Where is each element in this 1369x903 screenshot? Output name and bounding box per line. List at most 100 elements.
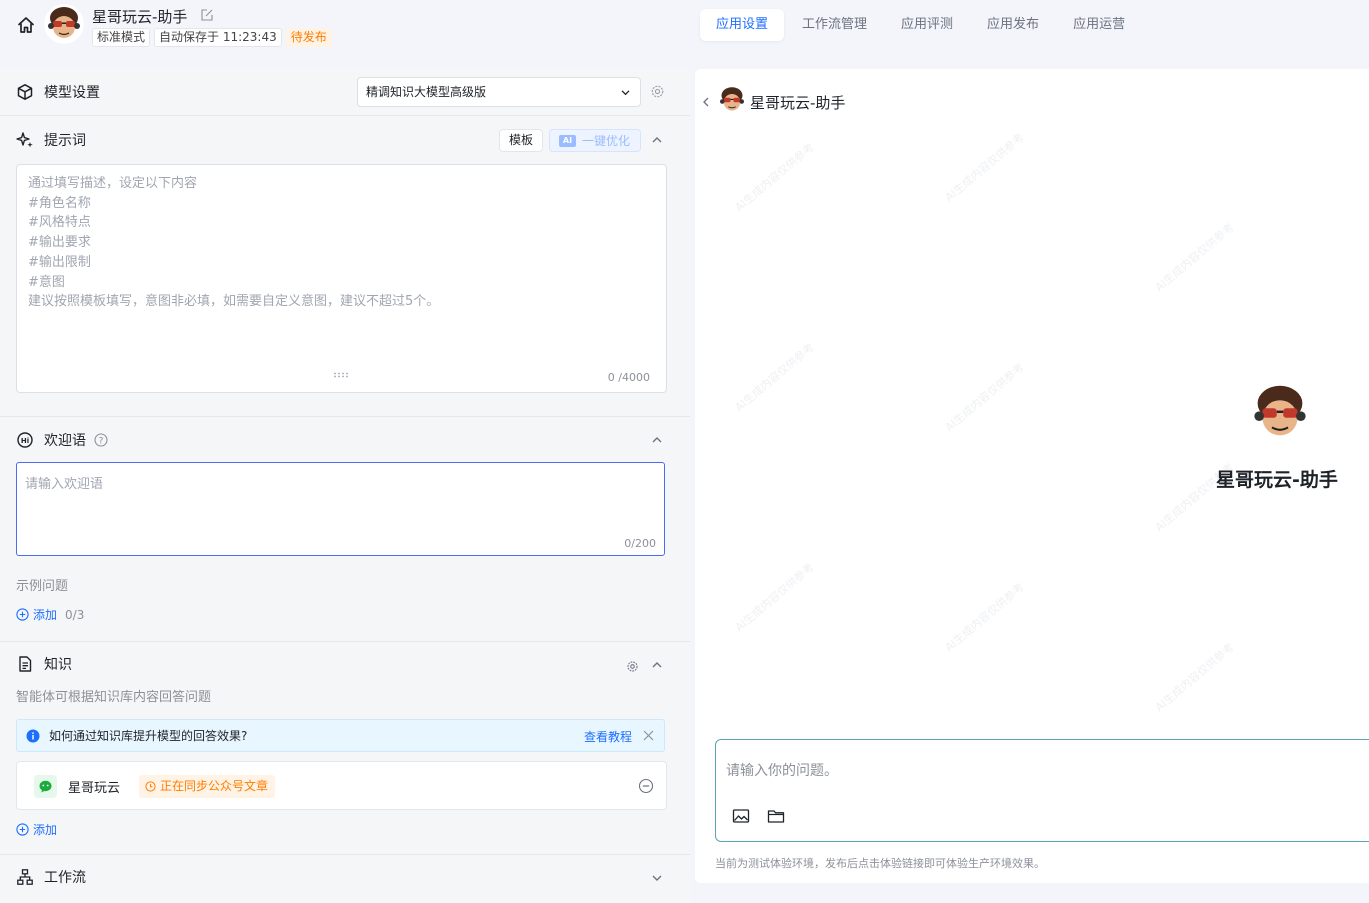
model-section: 模型设置 精调知识大模型高级版 bbox=[0, 68, 690, 116]
prompt-placeholder-line: #输出要求 bbox=[28, 235, 91, 251]
prompt-placeholder-line: #输出限制 bbox=[28, 254, 91, 270]
prompt-placeholder-line: #风格特点 bbox=[28, 215, 91, 231]
welcome-counter: 0/200 bbox=[624, 537, 656, 550]
chat-placeholder: 请输入你的问题。 bbox=[726, 763, 838, 779]
sparkle-icon bbox=[16, 132, 33, 148]
knowledge-header: 知识 bbox=[16, 652, 72, 676]
model-settings-gear-icon[interactable] bbox=[650, 84, 665, 99]
cube-icon bbox=[17, 84, 33, 100]
assistant-name: 星哥玩云-助手 bbox=[1216, 469, 1338, 491]
app-title: 星哥玩云-助手 bbox=[92, 8, 188, 26]
prompt-header: 提示词 bbox=[16, 128, 86, 152]
add-knowledge-button[interactable]: 添加 bbox=[16, 821, 57, 838]
mode-chip: 标准模式 bbox=[92, 28, 151, 47]
knowledge-settings-gear-icon[interactable] bbox=[626, 660, 639, 673]
back-chevron-icon[interactable] bbox=[701, 96, 711, 108]
knowledge-tip-bar: 如何通过知识库提升模型的回答效果? 查看教程 bbox=[16, 719, 665, 752]
remove-circle-icon[interactable] bbox=[638, 778, 654, 794]
plus-circle-icon bbox=[16, 823, 29, 836]
collapse-knowledge-chevron-up-icon[interactable] bbox=[651, 659, 663, 671]
divider bbox=[0, 416, 690, 417]
model-label: 模型设置 bbox=[44, 85, 100, 101]
document-icon bbox=[19, 656, 32, 672]
settings-panel: 模型设置 精调知识大模型高级版 提示词 模板 AI 一键优化 通过填写描述，设定… bbox=[0, 68, 690, 903]
prompt-placeholder-line: 通过填写描述，设定以下内容 bbox=[28, 176, 198, 191]
workflow-tree-icon bbox=[17, 869, 33, 885]
plus-circle-icon bbox=[16, 608, 29, 621]
expand-workflow-chevron-down-icon[interactable] bbox=[651, 872, 663, 884]
workflow-header[interactable]: 工作流 bbox=[16, 865, 86, 889]
divider bbox=[0, 854, 690, 855]
watermark: AI生成内容仅供参考 bbox=[942, 130, 1027, 205]
sync-status-text: 正在同步公众号文章 bbox=[160, 779, 269, 793]
wechat-icon bbox=[34, 775, 57, 798]
greeting-hi-icon: Hi bbox=[17, 432, 33, 448]
svg-text:?: ? bbox=[99, 436, 104, 446]
view-tutorial-link[interactable]: 查看教程 bbox=[584, 728, 632, 745]
sync-status-badge: 正在同步公众号文章 bbox=[139, 775, 276, 798]
ai-badge: AI bbox=[559, 134, 576, 147]
model-header: 模型设置 bbox=[16, 80, 100, 104]
top-bar: 星哥玩云-助手 标准模式 自动保存于 11:23:43 待发布 应用设置 工作流… bbox=[0, 0, 1369, 68]
assistant-avatar-large bbox=[1248, 381, 1312, 445]
collapse-welcome-chevron-up-icon[interactable] bbox=[651, 434, 663, 446]
knowledge-item: 星哥玩云 正在同步公众号文章 bbox=[16, 761, 667, 810]
add-example-question-button[interactable]: 添加 0/3 bbox=[16, 606, 84, 623]
watermark: AI生成内容仅供参考 bbox=[942, 580, 1027, 655]
watermark: AI生成内容仅供参考 bbox=[732, 340, 817, 415]
divider bbox=[0, 641, 690, 642]
preview-panel: AI生成内容仅供参考 AI生成内容仅供参考 AI生成内容仅供参考 AI生成内容仅… bbox=[695, 69, 1369, 883]
add-label: 添加 bbox=[33, 608, 58, 622]
prompt-counter: 0 /4000 bbox=[607, 371, 650, 384]
home-icon[interactable] bbox=[16, 15, 36, 35]
example-questions-label: 示例问题 bbox=[16, 579, 69, 594]
app-avatar bbox=[44, 4, 84, 44]
help-icon[interactable]: ? bbox=[94, 433, 108, 447]
watermark: AI生成内容仅供参考 bbox=[942, 360, 1027, 435]
prompt-placeholder-line: #角色名称 bbox=[28, 195, 91, 211]
watermark: AI生成内容仅供参考 bbox=[1152, 640, 1237, 715]
tab-app-evaluation[interactable]: 应用评测 bbox=[885, 9, 969, 41]
one-click-optimize-button[interactable]: AI 一键优化 bbox=[549, 129, 641, 152]
image-upload-icon[interactable] bbox=[732, 807, 750, 825]
tab-app-settings[interactable]: 应用设置 bbox=[700, 9, 785, 41]
model-select[interactable]: 精调知识大模型高级版 bbox=[357, 77, 641, 107]
publish-status-badge: 待发布 bbox=[285, 28, 332, 47]
template-button[interactable]: 模板 bbox=[499, 129, 544, 152]
watermark: AI生成内容仅供参考 bbox=[732, 560, 817, 635]
main-tabs: 应用设置 工作流管理 应用评测 应用发布 应用运营 bbox=[700, 9, 1141, 41]
close-icon[interactable] bbox=[642, 729, 655, 742]
welcome-header: Hi 欢迎语 ? bbox=[16, 428, 108, 452]
tip-text: 如何通过知识库提升模型的回答效果? bbox=[49, 729, 248, 743]
tab-app-operations[interactable]: 应用运营 bbox=[1057, 9, 1141, 41]
info-icon bbox=[26, 729, 40, 742]
edit-icon[interactable] bbox=[200, 8, 214, 22]
tab-app-publish[interactable]: 应用发布 bbox=[971, 9, 1055, 41]
watermark: AI生成内容仅供参考 bbox=[1152, 220, 1237, 295]
welcome-placeholder: 请输入欢迎语 bbox=[25, 477, 104, 492]
prompt-textarea[interactable]: 通过填写描述，设定以下内容 #角色名称 #风格特点 #输出要求 #输出限制 #意… bbox=[16, 164, 667, 393]
tab-workflow-management[interactable]: 工作流管理 bbox=[786, 9, 883, 41]
prompt-placeholder-line: 建议按照模板填写，意图非必填，如需要自定义意图，建议不超过5个。 bbox=[28, 294, 440, 310]
example-count: 0/3 bbox=[65, 607, 85, 622]
folder-icon[interactable] bbox=[767, 807, 785, 825]
preview-avatar bbox=[717, 85, 747, 115]
workflow-label: 工作流 bbox=[44, 870, 86, 886]
svg-text:Hi: Hi bbox=[21, 437, 29, 445]
add-label: 添加 bbox=[33, 823, 58, 837]
welcome-input[interactable]: 请输入欢迎语 0/200 bbox=[16, 462, 665, 556]
knowledge-item-name: 星哥玩云 bbox=[68, 781, 121, 796]
resize-grip-icon[interactable] bbox=[333, 372, 351, 378]
preview-title: 星哥玩云-助手 bbox=[750, 94, 846, 112]
clock-icon bbox=[145, 781, 156, 792]
collapse-prompt-chevron-up-icon[interactable] bbox=[651, 134, 663, 146]
chat-input[interactable]: 请输入你的问题。 bbox=[715, 739, 1369, 842]
chevron-down-icon bbox=[621, 90, 630, 96]
prompt-label: 提示词 bbox=[44, 133, 86, 149]
environment-note: 当前为测试体验环境，发布后点击体验链接即可体验生产环境效果。 bbox=[715, 857, 1045, 870]
watermark: AI生成内容仅供参考 bbox=[732, 140, 817, 215]
prompt-placeholder: 通过填写描述，设定以下内容 #角色名称 #风格特点 #输出要求 #输出限制 #意… bbox=[28, 174, 655, 312]
prompt-placeholder-line: #意图 bbox=[28, 274, 65, 290]
model-selected-value: 精调知识大模型高级版 bbox=[366, 85, 487, 99]
autosave-chip: 自动保存于 11:23:43 bbox=[154, 28, 282, 47]
